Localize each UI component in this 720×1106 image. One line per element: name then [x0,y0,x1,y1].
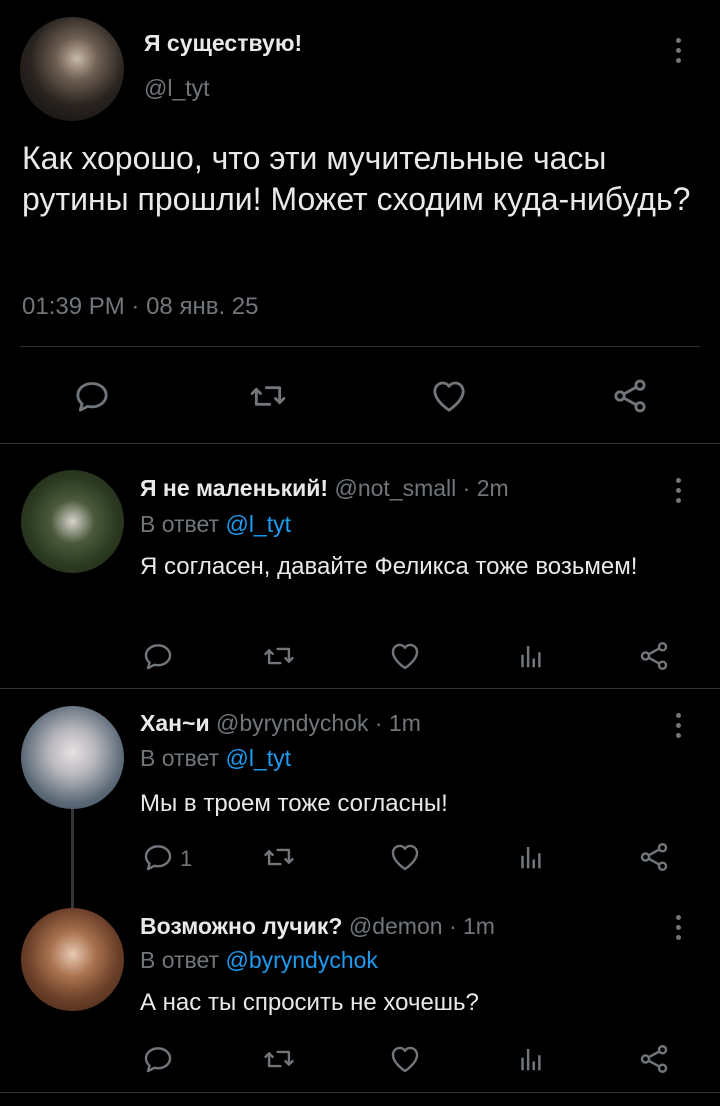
reply-time: · 2m [462,475,509,501]
author-handle[interactable]: @byryndychok [216,710,368,736]
retweet-icon[interactable] [262,639,296,673]
reply-context: В ответ @l_tyt [140,745,291,772]
divider [20,346,700,347]
reply-header: Я не маленький! @not_small · 2m [140,475,509,502]
divider [0,443,720,444]
tweet-date: 08 янв. 25 [146,293,259,320]
reply-icon[interactable] [141,639,175,673]
separator-dot: · [131,293,140,320]
reply-icon[interactable] [141,1042,175,1076]
tweet-text: Мы в троем тоже согласны! [140,790,448,817]
author-name[interactable]: Я существую! [144,30,302,57]
share-icon[interactable] [610,376,650,416]
reply-icon[interactable] [141,840,175,874]
author-handle[interactable]: @not_small [334,475,456,501]
reply-to-handle[interactable]: @l_tyt [225,511,291,537]
more-icon[interactable] [675,915,681,940]
more-icon[interactable] [675,478,681,503]
divider [0,1092,720,1093]
share-icon[interactable] [637,1042,671,1076]
reply-time: · 1m [374,710,421,736]
like-icon[interactable] [388,1042,422,1076]
tweet-timestamp: 01:39 PM · 08 янв. 25 [22,293,258,321]
reply-context: В ответ @l_tyt [140,511,291,538]
analytics-icon[interactable] [515,1044,545,1074]
share-icon[interactable] [637,840,671,874]
author-name[interactable]: Я не маленький! [140,475,328,501]
retweet-icon[interactable] [262,1042,296,1076]
more-icon[interactable] [675,713,681,738]
reply-to-handle[interactable]: @l_tyt [225,745,291,771]
reply-icon[interactable] [72,376,112,416]
like-icon[interactable] [388,639,422,673]
thread-line [71,808,74,908]
tweet-text: Я согласен, давайте Феликса тоже возьмем… [140,553,638,580]
reply-count: 1 [180,846,193,871]
tweet-text: Как хорошо, что эти мучительные часы рут… [22,140,691,217]
more-icon[interactable] [675,38,681,63]
author-handle[interactable]: @l_tyt [144,75,210,102]
avatar[interactable] [20,17,124,121]
reply-time: · 1m [448,913,495,939]
author-handle[interactable]: @demon [349,913,443,939]
share-icon[interactable] [637,639,671,673]
like-icon[interactable] [429,376,469,416]
reply-header: Хан~и @byryndychok · 1m [140,710,421,737]
avatar[interactable] [21,470,124,573]
analytics-icon[interactable] [515,842,545,872]
author-name[interactable]: Хан~и [140,710,210,736]
retweet-icon[interactable] [262,840,296,874]
reply-prefix: В ответ [140,745,220,771]
divider [0,688,720,689]
author-name[interactable]: Возможно лучик? [140,913,342,939]
reply-prefix: В ответ [140,511,220,537]
analytics-icon[interactable] [515,641,545,671]
like-icon[interactable] [388,840,422,874]
tweet-time: 01:39 PM [22,293,125,320]
retweet-icon[interactable] [248,376,288,416]
reply-context: В ответ @byryndychok [140,947,378,974]
avatar[interactable] [21,706,124,809]
tweet-text: А нас ты спросить не хочешь? [140,989,479,1016]
reply-header: Возможно лучик? @demon · 1m [140,913,495,940]
reply-to-handle[interactable]: @byryndychok [225,947,377,973]
avatar[interactable] [21,908,124,1011]
reply-prefix: В ответ [140,947,220,973]
